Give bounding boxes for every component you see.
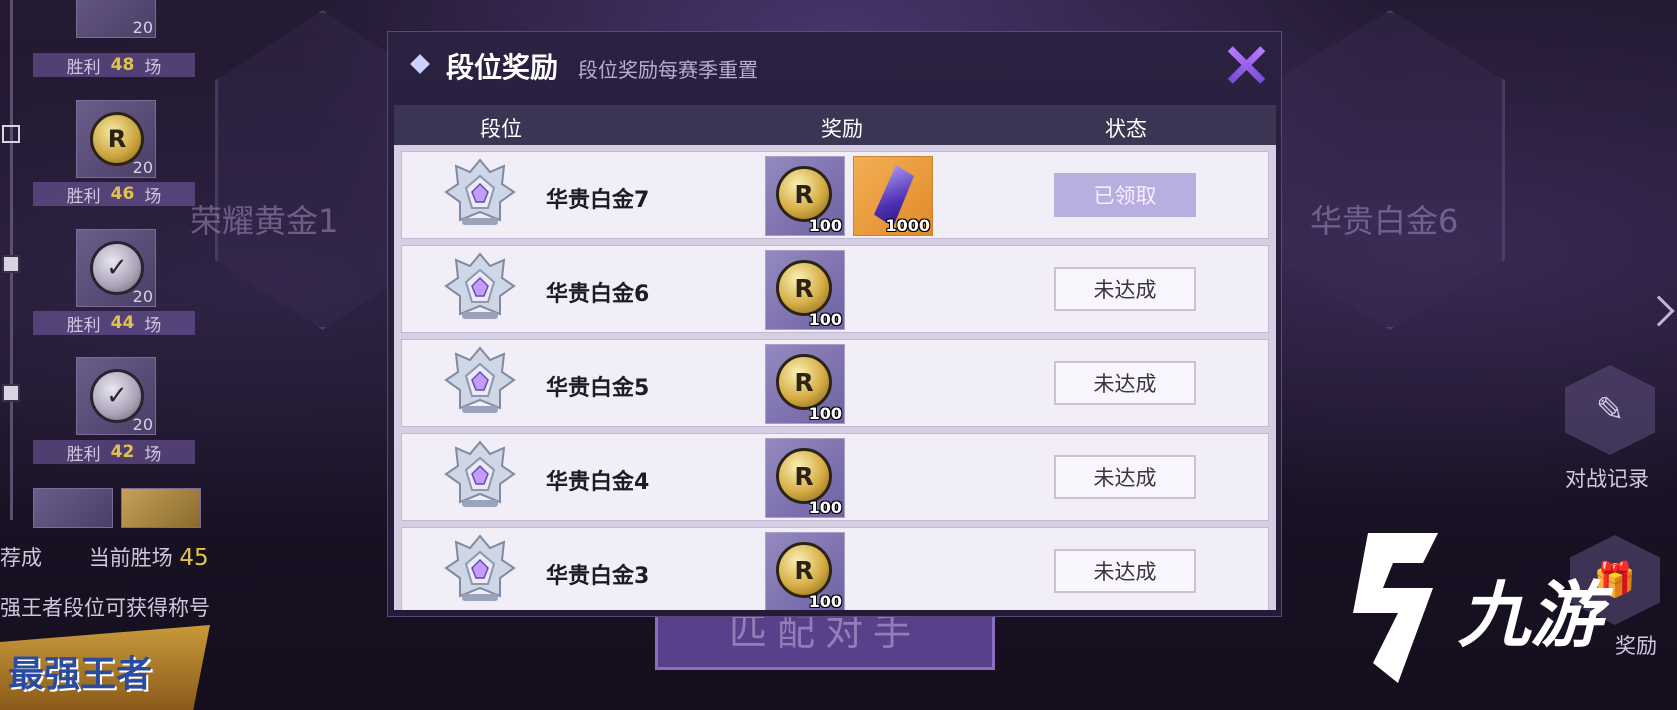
rank-name: 华贵白金7 [546, 188, 650, 213]
chevron-right-icon[interactable] [1643, 295, 1675, 327]
reward-quantity: 100 [808, 592, 842, 610]
document-edit-icon: ✎ [1595, 390, 1625, 430]
win-label: 胜利 [66, 57, 101, 78]
win-label: 胜利 [66, 444, 101, 465]
reward-quantity: 100 [808, 216, 842, 235]
reward-quantity: 1000 [885, 216, 930, 235]
current-wins-prefix: 荐成 [0, 546, 42, 570]
reward-item-tile[interactable]: R 20 [76, 100, 156, 178]
dialog-title: 段位奖励 [446, 51, 559, 84]
current-wins-value: 45 [179, 545, 209, 571]
item-count: 20 [132, 18, 153, 37]
win-count: 42 [110, 442, 135, 462]
platinum-emblem-icon [442, 252, 518, 324]
rank-name: 华贵白金5 [546, 376, 650, 401]
table-row: 华贵白金5 R 100 未达成 [401, 339, 1269, 427]
reward-side-label: 奖励 [1615, 634, 1657, 658]
reward-item-tile[interactable] [121, 488, 201, 528]
reward-quantity: 100 [808, 498, 842, 517]
title-hint: 强王者段位可获得称号 [0, 596, 210, 620]
r-coin-icon: R [776, 260, 832, 316]
king-rank-logo: 最强王者 [0, 625, 210, 710]
current-wins: 荐成 当前胜场 45 [0, 542, 209, 572]
reward-item-tile[interactable]: ✓ 20 [76, 357, 156, 435]
win-suffix: 场 [144, 315, 162, 336]
reward-quantity: 100 [808, 310, 842, 329]
not-achieved-status-button[interactable]: 未达成 [1054, 549, 1196, 593]
r-coin-reward[interactable]: R 100 [765, 156, 845, 236]
claimed-status-button[interactable]: 已领取 [1054, 173, 1196, 217]
item-count: 20 [132, 287, 153, 306]
win-label: 胜利 [66, 315, 101, 336]
win-suffix: 场 [144, 444, 162, 465]
right-rank-title: 华贵白金6 [1310, 202, 1459, 240]
r-coin-reward[interactable]: R 100 [765, 438, 845, 518]
win-requirement-row: 胜利 48 场 [33, 53, 195, 78]
win-requirement-row: 胜利 42 场 [33, 440, 195, 465]
watermark: 九游 [1338, 533, 1602, 683]
reward-item-tile[interactable]: ✓ 20 [76, 229, 156, 307]
r-coin-reward[interactable]: R 100 [765, 344, 845, 424]
platinum-emblem-icon [442, 440, 518, 512]
not-achieved-status-button[interactable]: 未达成 [1054, 267, 1196, 311]
r-coin-icon: R [776, 542, 832, 598]
current-wins-label: 当前胜场 [88, 546, 173, 570]
table-header: 段位 奖励 状态 [394, 105, 1276, 145]
r-coin-icon: R [776, 448, 832, 504]
progress-node [2, 125, 20, 143]
column-header-reward: 奖励 [821, 117, 863, 141]
left-rank-title: 荣耀黄金1 [190, 202, 339, 240]
table-row: 华贵白金3 R 100 未达成 [401, 527, 1269, 610]
r-coin-icon: R [776, 354, 832, 410]
table-body[interactable]: 华贵白金7 R 100 1000 已领取 华贵白金6 R 100 未达成 华贵白金5 R 100 未… [394, 145, 1276, 610]
dialog-header: 段位奖励 段位奖励每赛季重置 [388, 32, 1281, 96]
item-count: 20 [132, 158, 153, 177]
rank-reward-dialog: 段位奖励 段位奖励每赛季重置 段位 奖励 状态 华贵白金7 R 100 1000 已领取 [387, 31, 1282, 617]
reward-quantity: 100 [808, 404, 842, 423]
reward-item-tile[interactable]: 20 [76, 0, 156, 38]
rank-name: 华贵白金4 [546, 470, 650, 495]
table-row: 华贵白金4 R 100 未达成 [401, 433, 1269, 521]
progress-node [2, 384, 20, 402]
rank-name: 华贵白金6 [546, 282, 650, 307]
r-coin-reward[interactable]: R 100 [765, 532, 845, 610]
crystal-shard-reward[interactable]: 1000 [853, 156, 933, 236]
item-count: 20 [132, 415, 153, 434]
platinum-emblem-icon [442, 534, 518, 606]
platinum-emblem-icon [442, 346, 518, 418]
rank-name: 华贵白金3 [546, 564, 650, 589]
diamond-icon [410, 54, 430, 74]
column-header-rank: 段位 [480, 117, 522, 141]
battle-record-button[interactable]: ✎ [1565, 365, 1655, 455]
dialog-subtitle: 段位奖励每赛季重置 [578, 58, 758, 82]
win-suffix: 场 [144, 57, 162, 78]
progress-node [2, 255, 20, 273]
not-achieved-status-button[interactable]: 未达成 [1054, 361, 1196, 405]
win-label: 胜利 [66, 186, 101, 207]
watermark-text: 九游 [1458, 572, 1603, 657]
win-count: 48 [110, 55, 135, 75]
table-row: 华贵白金6 R 100 未达成 [401, 245, 1269, 333]
reward-item-tile[interactable] [33, 488, 113, 528]
column-header-status: 状态 [1105, 117, 1147, 141]
win-requirement-row: 胜利 46 场 [33, 182, 195, 207]
win-suffix: 场 [144, 186, 162, 207]
platinum-emblem-icon [442, 158, 518, 230]
table-row: 华贵白金7 R 100 1000 已领取 [401, 151, 1269, 239]
platinum-rank-emblem [1275, 10, 1505, 330]
game-screen: 20 胜利 48 场 R 20 胜利 46 场 ✓ 20 胜利 44 场 ✓ 2… [0, 0, 1677, 710]
battle-record-label: 对战记录 [1565, 467, 1649, 491]
nine-game-logo-icon [1353, 533, 1438, 683]
not-achieved-status-button[interactable]: 未达成 [1054, 455, 1196, 499]
r-coin-reward[interactable]: R 100 [765, 250, 845, 330]
r-coin-icon: R [776, 166, 832, 222]
win-count: 44 [110, 313, 135, 333]
win-requirement-row: 胜利 44 场 [33, 311, 195, 336]
reward-table[interactable]: 段位 奖励 状态 华贵白金7 R 100 1000 已领取 华贵白金6 R 100 未达成 华… [394, 105, 1276, 610]
close-button[interactable] [1225, 44, 1267, 86]
win-count: 46 [110, 184, 135, 204]
